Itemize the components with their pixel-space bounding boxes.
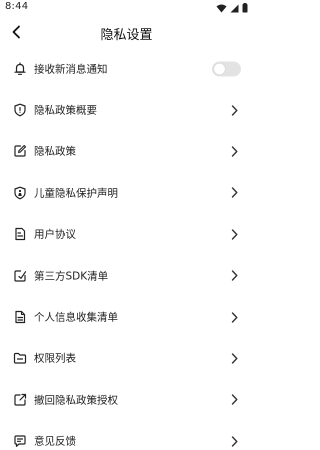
settings-row-label: 隐私政策 <box>34 145 76 158</box>
nav-bar: 隐私设置 <box>0 18 253 48</box>
settings-row-label: 第三方SDK清单 <box>34 270 109 283</box>
edit-icon <box>13 144 27 158</box>
child-shield-icon <box>13 186 27 200</box>
bell-icon <box>13 62 27 76</box>
settings-row-label: 个人信息收集清单 <box>34 311 118 324</box>
settings-row-label: 用户协议 <box>34 228 76 241</box>
settings-row-label: 接收新消息通知 <box>34 63 108 76</box>
settings-row-child-privacy[interactable]: 儿童隐私保护声明 <box>0 172 253 213</box>
edit-check-icon <box>13 269 27 283</box>
settings-row-privacy-summary[interactable]: 隐私政策概要 <box>0 89 253 130</box>
chevron-right-icon <box>229 187 239 199</box>
cellular-signal-icon <box>230 4 239 13</box>
document-icon <box>13 227 27 241</box>
settings-row-feedback[interactable]: 意见反馈 <box>0 421 253 450</box>
chevron-right-icon <box>229 394 239 406</box>
chevron-right-icon <box>229 145 239 157</box>
settings-row-revoke-authorization[interactable]: 撤回隐私政策授权 <box>0 379 253 420</box>
settings-row-label: 权限列表 <box>34 352 76 365</box>
settings-row-notifications: 接收新消息通知 <box>0 48 253 89</box>
external-link-icon <box>13 393 27 407</box>
folder-icon <box>13 351 27 365</box>
settings-row-permission-list[interactable]: 权限列表 <box>0 338 253 379</box>
chevron-right-icon <box>229 228 239 240</box>
chevron-right-icon <box>229 104 239 116</box>
feedback-icon <box>13 434 27 448</box>
page-title: 隐私设置 <box>100 28 153 43</box>
toggle-knob <box>214 63 225 75</box>
settings-row-privacy-policy[interactable]: 隐私政策 <box>0 131 253 172</box>
settings-row-label: 儿童隐私保护声明 <box>34 187 118 200</box>
file-list-icon <box>13 310 27 324</box>
chevron-right-icon <box>229 435 239 447</box>
status-bar: 8:44 <box>0 0 253 16</box>
chevron-right-icon <box>229 270 239 282</box>
status-icons <box>216 2 248 14</box>
settings-row-label: 撤回隐私政策授权 <box>34 394 118 407</box>
status-time: 8:44 <box>5 1 29 12</box>
settings-row-label: 隐私政策概要 <box>34 104 97 117</box>
settings-row-third-party-sdk[interactable]: 第三方SDK清单 <box>0 255 253 296</box>
settings-row-label: 意见反馈 <box>34 435 76 448</box>
wifi-icon <box>216 4 227 13</box>
battery-icon <box>242 3 248 13</box>
chevron-right-icon <box>229 311 239 323</box>
chevron-right-icon <box>229 352 239 364</box>
settings-row-user-agreement[interactable]: 用户协议 <box>0 214 253 255</box>
notifications-toggle[interactable] <box>212 61 241 77</box>
shield-icon <box>13 103 27 117</box>
settings-list: 接收新消息通知 隐私政策概要 隐私政策 儿童隐私保护声明 用户协议 第三方SDK… <box>0 48 253 450</box>
settings-row-personal-info-list[interactable]: 个人信息收集清单 <box>0 296 253 337</box>
